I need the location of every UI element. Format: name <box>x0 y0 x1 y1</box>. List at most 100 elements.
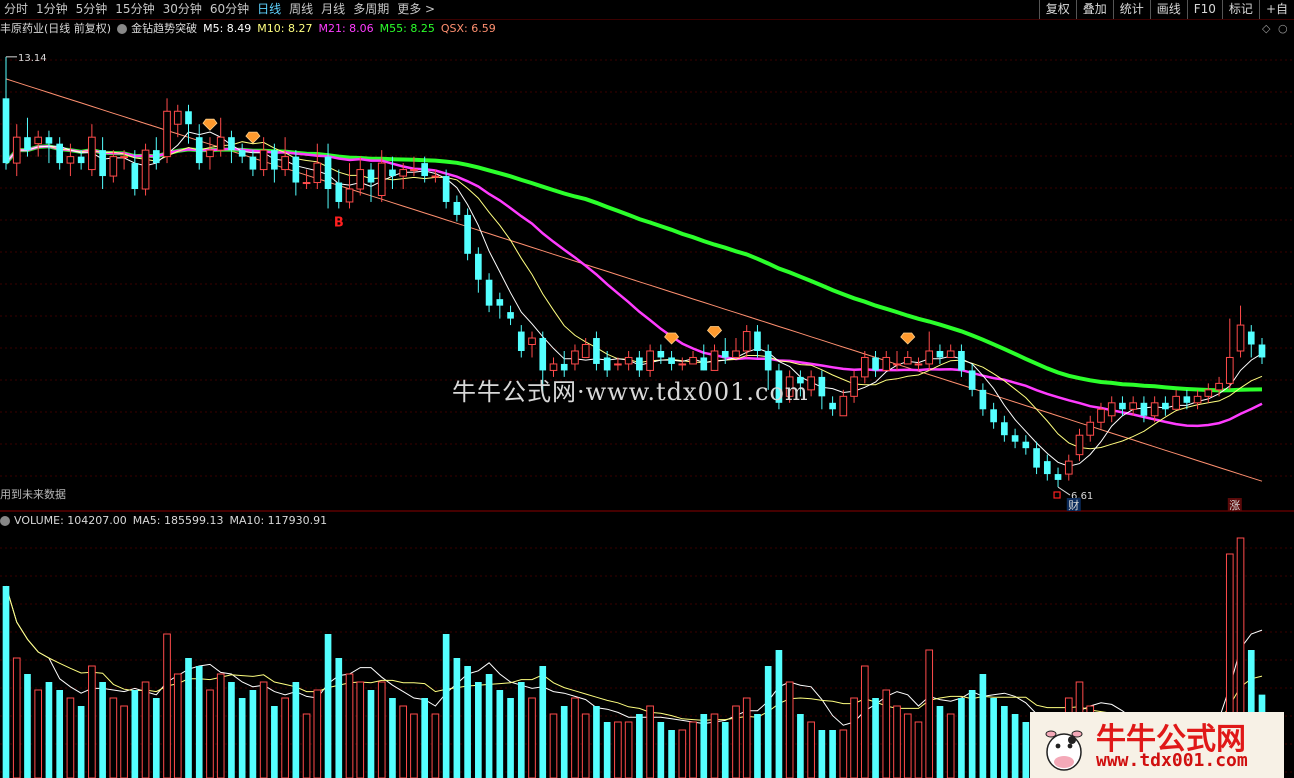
settings-circle-icon[interactable]: ○ <box>1278 22 1288 35</box>
volume-bar <box>571 697 579 778</box>
m10-value: M10: 8.27 <box>257 22 313 35</box>
volume-bar <box>12 657 21 778</box>
period-tab-7[interactable]: 周线 <box>285 0 317 19</box>
volume-bar <box>624 721 633 778</box>
period-tab-2[interactable]: 5分钟 <box>72 0 112 19</box>
stats-button[interactable]: 统计 <box>1112 0 1150 19</box>
volume-bar <box>485 674 493 778</box>
volume-bar <box>56 690 64 778</box>
volume-bar <box>464 666 471 778</box>
volume-bar <box>742 697 751 778</box>
candle-body <box>818 376 826 397</box>
draw-line-button[interactable]: 画线 <box>1149 0 1187 19</box>
volume-bar <box>259 681 268 778</box>
volume-bar <box>614 721 622 778</box>
candle-body <box>431 175 440 178</box>
qsx-line <box>5 78 1263 482</box>
candle-body <box>968 370 976 390</box>
candle-body <box>549 363 558 371</box>
volume-bar <box>302 713 311 778</box>
candle-body <box>689 356 697 365</box>
candle-body <box>754 331 761 351</box>
candle-body <box>1064 460 1073 475</box>
candle-body <box>936 350 944 358</box>
volume-bar <box>903 713 912 778</box>
candle-body <box>464 214 471 254</box>
period-tab-6[interactable]: 日线 <box>253 0 285 19</box>
volume-bar <box>88 665 96 778</box>
rise-tag: 涨 <box>1229 499 1240 512</box>
candle-body <box>946 350 955 358</box>
candle-body <box>1236 324 1245 352</box>
volume-bar <box>549 713 558 778</box>
candle-body <box>657 350 665 358</box>
volume-bar <box>345 673 354 778</box>
volume-bar <box>131 690 139 778</box>
candle-body <box>99 150 106 177</box>
volume-bar <box>657 722 665 778</box>
volume-bar <box>593 706 600 778</box>
candle-body <box>1258 344 1266 358</box>
period-tab-8[interactable]: 月线 <box>317 0 349 19</box>
candle-body <box>399 169 408 177</box>
period-tab-3[interactable]: 15分钟 <box>111 0 158 19</box>
m21-value: M21: 8.06 <box>318 22 374 35</box>
volume-bar <box>2 586 10 778</box>
overlay-button[interactable]: 叠加 <box>1075 0 1113 19</box>
volume-bar <box>560 706 568 778</box>
volume-bar <box>732 705 740 778</box>
period-tab-0[interactable]: 分时 <box>0 0 32 19</box>
f10-button[interactable]: F10 <box>1186 0 1222 19</box>
candle-body <box>571 350 579 365</box>
candle-body <box>1162 402 1169 410</box>
candle-body <box>1011 435 1019 442</box>
period-tab-4[interactable]: 30分钟 <box>159 0 206 19</box>
period-tab-5[interactable]: 60分钟 <box>206 0 253 19</box>
volume-bar <box>324 634 332 778</box>
right-toolbar: 复权 叠加 统计 画线 F10 标记 +自 <box>1038 0 1294 19</box>
volume-bar <box>807 721 815 778</box>
mark-button[interactable]: 标记 <box>1221 0 1259 19</box>
candle-body <box>302 182 311 185</box>
indicator-toggle-icon[interactable] <box>117 24 128 34</box>
volume-bar <box>1001 706 1008 778</box>
candle-body <box>560 363 568 371</box>
volume-bar <box>872 698 879 778</box>
candle-body <box>249 156 257 170</box>
volume-bar <box>1022 722 1030 778</box>
candle-body <box>1150 402 1159 417</box>
candle-body <box>539 338 547 371</box>
low-price-label: 6.61 <box>1071 491 1093 502</box>
fuquan-button[interactable]: 复权 <box>1038 0 1076 19</box>
expand-diamond-icon[interactable]: ◇ <box>1262 22 1270 35</box>
candle-body <box>292 156 300 183</box>
logo-url: www.tdx001.com <box>1096 750 1248 771</box>
watermark-text: 牛牛公式网·www.tdx001.com <box>452 378 809 406</box>
candle-body <box>485 279 493 306</box>
m5-line <box>5 131 1263 467</box>
candle-body <box>958 350 965 371</box>
period-tab-9[interactable]: 多周期 <box>349 0 393 19</box>
candle-body <box>271 150 278 170</box>
volume-bar <box>496 690 504 778</box>
indicator-name[interactable]: 金钻趋势突破 <box>131 20 197 38</box>
volume-bar <box>936 706 944 778</box>
volume-toggle-icon[interactable] <box>0 516 10 526</box>
volume-bar <box>958 698 965 778</box>
candle-body <box>238 150 246 157</box>
volume-bar <box>507 698 514 778</box>
candle-body <box>839 395 848 417</box>
volume-bar <box>754 714 761 778</box>
stock-name[interactable]: 丰原药业(日线 前复权) <box>0 20 111 38</box>
volume-bar <box>99 682 106 778</box>
candle-body <box>442 176 450 202</box>
candle-body <box>12 136 21 164</box>
volume-bar <box>539 666 547 778</box>
add-custom-button[interactable]: +自 <box>1258 0 1294 19</box>
period-tab-1[interactable]: 1分钟 <box>32 0 72 19</box>
candle-body <box>914 363 923 366</box>
period-bar: 分时 1分钟 5分钟 15分钟 30分钟 60分钟 日线 周线 月线 多周期 更… <box>0 0 1294 20</box>
period-tab-10[interactable]: 更多 > <box>393 0 439 19</box>
candle-body <box>88 136 96 171</box>
volume-bar <box>249 690 257 778</box>
